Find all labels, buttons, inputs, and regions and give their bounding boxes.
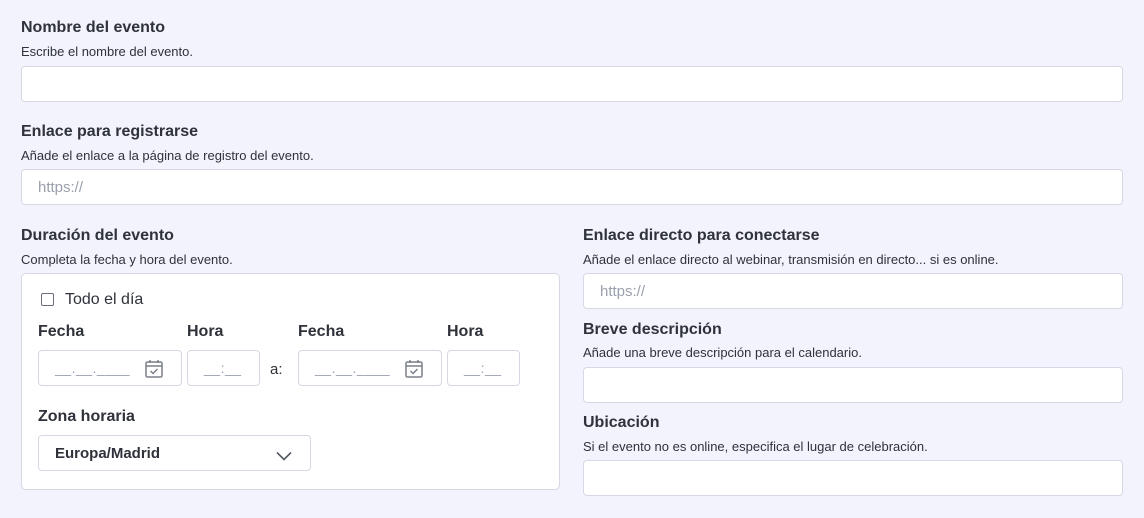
timezone-select[interactable]: Europa/Madrid: [38, 435, 311, 471]
short-description-input[interactable]: [583, 367, 1123, 403]
all-day-label[interactable]: Todo el día: [65, 291, 143, 309]
location-label: Ubicación: [583, 414, 660, 431]
calendar-check-icon[interactable]: [145, 359, 163, 383]
all-day-checkbox[interactable]: [41, 293, 54, 306]
start-date-label: Fecha: [38, 323, 85, 340]
timezone-value: Europa/Madrid: [55, 445, 161, 462]
end-date-mask: __.__.____: [315, 360, 391, 376]
start-date-input[interactable]: __.__.____: [38, 350, 182, 386]
location-input[interactable]: [583, 460, 1123, 496]
end-time-input[interactable]: __:__: [447, 350, 520, 386]
end-time-mask: __:__: [464, 360, 502, 376]
registration-link-input[interactable]: [21, 169, 1123, 205]
duration-label: Duración del evento: [21, 227, 174, 244]
location-help: Si el evento no es online, especifica el…: [583, 439, 928, 454]
direct-link-label: Enlace directo para conectarse: [583, 227, 820, 244]
registration-link-label: Enlace para registrarse: [21, 123, 198, 140]
event-form: Nombre del evento Escribe el nombre del …: [0, 0, 1144, 518]
event-name-help: Escribe el nombre del evento.: [21, 44, 193, 59]
timezone-label: Zona horaria: [38, 408, 135, 425]
event-name-label: Nombre del evento: [21, 19, 166, 36]
end-date-input[interactable]: __.__.____: [298, 350, 442, 386]
start-time-mask: __:__: [204, 360, 242, 376]
registration-link-help: Añade el enlace a la página de registro …: [21, 148, 314, 163]
start-date-mask: __.__.____: [55, 360, 131, 376]
chevron-down-icon: [276, 448, 292, 466]
duration-panel: Todo el día Fecha Hora Fecha Hora __.__.…: [21, 273, 560, 490]
duration-help: Completa la fecha y hora del evento.: [21, 252, 233, 267]
event-name-input[interactable]: [21, 66, 1123, 102]
short-description-label: Breve descripción: [583, 321, 722, 338]
range-separator: a:: [270, 361, 283, 378]
end-time-label: Hora: [447, 323, 484, 340]
short-description-help: Añade una breve descripción para el cale…: [583, 345, 862, 360]
start-time-label: Hora: [187, 323, 224, 340]
direct-link-help: Añade el enlace directo al webinar, tran…: [583, 252, 999, 267]
direct-link-input[interactable]: [583, 273, 1123, 309]
calendar-check-icon[interactable]: [405, 359, 423, 383]
end-date-label: Fecha: [298, 323, 345, 340]
start-time-input[interactable]: __:__: [187, 350, 260, 386]
